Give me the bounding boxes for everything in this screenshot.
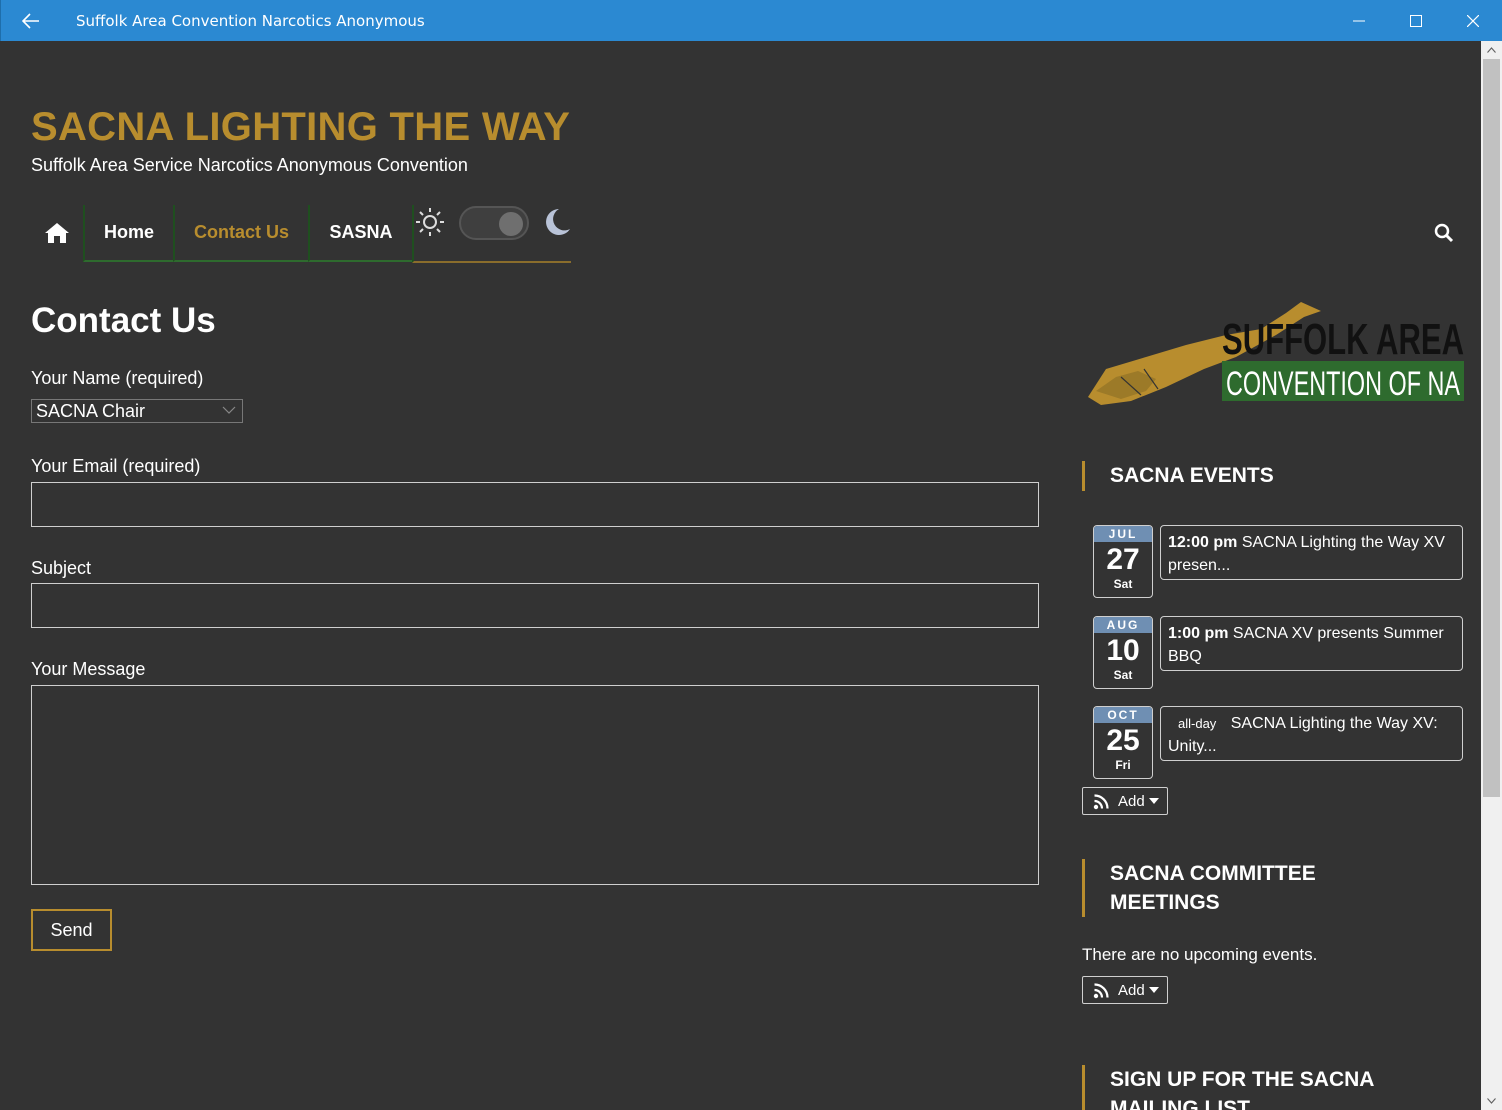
maximize-icon <box>1409 14 1422 27</box>
web-page: SACNA LIGHTING THE WAY Suffolk Area Serv… <box>1 41 1481 1110</box>
site-title[interactable]: SACNA LIGHTING THE WAY <box>31 105 570 150</box>
event-day: 27 <box>1106 543 1140 576</box>
minimize-icon <box>1352 20 1365 21</box>
message-textarea[interactable] <box>31 685 1039 885</box>
chevron-down-icon <box>222 406 236 414</box>
add-label: Add <box>1118 981 1145 999</box>
chevron-down-icon <box>1487 1098 1496 1104</box>
event-weekday: Sat <box>1113 577 1133 591</box>
minimize-button[interactable] <box>1330 0 1387 41</box>
search-icon <box>1434 223 1454 243</box>
close-icon <box>1466 14 1479 27</box>
nav-home-link[interactable] <box>31 205 83 261</box>
event-date-badge: JUL 27 Sat <box>1093 525 1153 598</box>
sun-icon <box>416 208 444 236</box>
name-select[interactable]: SACNA Chair <box>31 399 243 423</box>
no-events-message: There are no upcoming events. <box>1082 945 1318 964</box>
event-date-badge: AUG 10 Sat <box>1093 616 1153 689</box>
rss-icon <box>1093 793 1109 809</box>
event-date-badge: OCT 25 Fri <box>1093 706 1153 779</box>
message-label: Your Message <box>31 659 146 679</box>
event-item[interactable]: 12:00 pm SACNA Lighting the Way XV prese… <box>1160 525 1463 580</box>
name-select-value: SACNA Chair <box>36 401 146 421</box>
event-time: 12:00 pm <box>1168 534 1238 551</box>
back-button[interactable] <box>1 0 61 41</box>
dark-mode-toggle[interactable] <box>459 206 529 240</box>
event-month: OCT <box>1094 707 1152 723</box>
arrow-left-icon <box>22 12 39 29</box>
rss-icon <box>1093 982 1109 998</box>
add-feed-button[interactable]: Add <box>1082 976 1168 1004</box>
nav-item-sasna[interactable]: SASNA <box>308 205 412 262</box>
nav-item-home[interactable]: Home <box>83 205 173 262</box>
subject-field[interactable] <box>31 583 1039 628</box>
scroll-up-button[interactable] <box>1481 41 1502 59</box>
caret-down-icon <box>1148 798 1159 804</box>
vertical-scrollbar[interactable] <box>1481 41 1502 1110</box>
window-titlebar: Suffolk Area Convention Narcotics Anonym… <box>0 0 1502 41</box>
svg-text:CONVENTION OF NA: CONVENTION OF NA <box>1226 365 1460 403</box>
chevron-up-icon <box>1487 47 1496 53</box>
maximize-button[interactable] <box>1387 0 1444 41</box>
email-field[interactable] <box>31 482 1039 527</box>
event-time: 1:00 pm <box>1168 625 1229 642</box>
event-item[interactable]: all-day SACNA Lighting the Way XV: Unity… <box>1160 706 1463 761</box>
event-weekday: Sat <box>1113 668 1133 682</box>
caret-down-icon <box>1148 987 1159 993</box>
scroll-down-button[interactable] <box>1481 1092 1502 1110</box>
event-month: AUG <box>1094 617 1152 633</box>
add-feed-button[interactable]: Add <box>1082 787 1168 815</box>
event-weekday: Fri <box>1115 758 1131 772</box>
events-widget-title: SACNA EVENTS <box>1082 461 1274 491</box>
email-label: Your Email (required) <box>31 456 201 476</box>
moon-icon <box>546 209 570 235</box>
event-time: all-day <box>1178 716 1217 731</box>
suffolk-area-logo[interactable]: SUFFOLK AREA CONVENTION OF NA <box>1086 299 1466 409</box>
name-label: Your Name (required) <box>31 368 204 388</box>
search-button[interactable] <box>1434 223 1458 247</box>
event-day: 25 <box>1106 724 1140 757</box>
subject-label: Subject <box>31 558 92 578</box>
home-icon <box>45 223 69 243</box>
nav-item-contact-us[interactable]: Contact Us <box>173 205 308 262</box>
theme-switch <box>412 205 571 263</box>
page-title: Contact Us <box>31 301 216 340</box>
signup-widget-title: SIGN UP FOR THE SACNA MAILING LIST <box>1082 1065 1412 1110</box>
send-button[interactable]: Send <box>31 909 112 951</box>
event-item[interactable]: 1:00 pm SACNA XV presents Summer BBQ <box>1160 616 1463 671</box>
meetings-widget-title: SACNA COMMITTEE MEETINGS <box>1082 859 1382 917</box>
event-day: 10 <box>1106 634 1140 667</box>
add-label: Add <box>1118 792 1145 810</box>
scroll-thumb[interactable] <box>1483 59 1500 797</box>
event-month: JUL <box>1094 526 1152 542</box>
svg-text:SUFFOLK AREA: SUFFOLK AREA <box>1222 315 1464 364</box>
window-title: Suffolk Area Convention Narcotics Anonym… <box>76 12 425 30</box>
close-button[interactable] <box>1444 0 1501 41</box>
toggle-knob <box>499 212 523 236</box>
site-tagline: Suffolk Area Service Narcotics Anonymous… <box>31 155 468 175</box>
